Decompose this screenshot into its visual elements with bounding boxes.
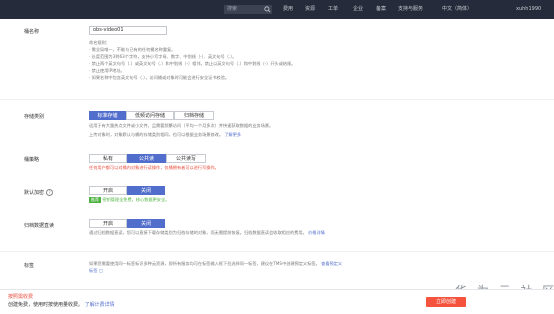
price-label: 按照需收费 [8,294,34,300]
archive-read-text: 通过归档数据直读，您可以直接下载存储类别为归档存储的对象，而无需提前恢复。归档数… [89,230,307,235]
storage-class-infrequent[interactable]: 低频访问存储 [126,111,174,120]
price-text: 创建免费，使用时按使用量收费。 [8,302,84,308]
archive-read-on[interactable]: 开启 [89,219,127,228]
nav-user[interactable]: xuhh1990 [516,0,541,19]
default-encryption-text: 默认加密 [24,190,45,196]
nav-fees[interactable]: 费用 [283,0,293,19]
policy-private[interactable]: 私有 [89,154,127,163]
naming-rule: · 如果名称中包含英文句号（.），访问桶或对象时可能会进行安全证书校验。 [89,75,230,80]
default-encryption-label: 默认加密? [24,189,54,196]
divider [0,99,554,100]
archive-read-off[interactable]: 关闭 [127,219,165,228]
encryption-on[interactable]: 开启 [89,186,127,195]
policy-public-read[interactable]: 公共读 [127,154,166,163]
encryption-off[interactable]: 关闭 [127,186,165,195]
storage-class-archive[interactable]: 归档存储 [174,111,214,120]
recommend-badge: 推荐 [89,197,101,203]
storage-class-note: 上传对象时，对象默认与桶的存储类别相同，也可以根据业务场景修改。 了解更多 [89,131,241,139]
policy-public-read-write[interactable]: 公共读写 [166,154,206,163]
learn-more-link[interactable]: 了解更多 [224,132,241,137]
billing-details-link[interactable]: 了解计费详情 [85,302,115,308]
policy-warning: 任何用户都可以对桶内对象进行读操作，仅桶拥有者可以进行写操作。 [89,165,219,170]
bucket-name-input[interactable]: obs-video01 [89,26,167,35]
nav-resources[interactable]: 资源 [305,0,315,19]
tags-link[interactable]: 标签 [89,268,97,273]
tags-link-line: 标签 □ [89,267,103,275]
nav-language[interactable]: 中文（简体） [442,0,472,19]
nav-enterprise[interactable]: 企业 [353,0,363,19]
tags-link-icon[interactable]: □ [99,268,103,273]
storage-class-standard[interactable]: 标准存储 [89,111,126,120]
tags-text: 如果您需要使用同一标签标识多种云资源，即所有服务均可在标签输入框下拉选择同一标签… [89,261,320,266]
storage-class-description: 适用于有大量热点文件或小文件，且需要频繁访问（平均一个月多次）并快速获取数据的业… [89,123,274,128]
nav-tickets[interactable]: 工单 [328,0,338,19]
price-description: 创建免费，使用时按使用量收费。 了解计费详情 [8,301,115,308]
search-icon[interactable] [263,5,272,14]
storage-class-note-text: 上传对象时，对象默认与桶的存储类别相同，也可以根据业务场景修改。 [89,132,224,137]
nav-filing[interactable]: 备案 [376,0,386,19]
archive-read-description: 通过归档数据直读，您可以直接下载存储类别为归档存储的对象，而无需提前恢复。归档数… [89,229,325,237]
tags-label: 标签 [24,263,35,269]
bucket-policy-label: 桶策略 [24,157,40,163]
recommend-text: 密钥管理全免费，核心数据更安全。 [102,197,170,202]
archive-direct-read-label: 归档数据直读 [24,223,55,229]
storage-class-label: 存储类别 [24,114,45,120]
tags-description: 如果您需要使用同一标签标识多种云资源，即所有服务均可在标签输入框下拉选择同一标签… [89,260,342,268]
create-bucket-form: 桶名称 obs-video01 命名规则： · 需全局唯一，不能与已有的任何桶名… [0,19,554,279]
top-navigation-bar: 搜索 费用 资源 工单 企业 备案 支持与服务 中文（简体） xuhh1990 [0,0,554,19]
create-now-button[interactable]: 立即创建 [426,297,466,307]
bucket-name-label: 桶名称 [24,29,40,35]
help-icon[interactable]: ? [46,189,54,196]
price-details-link[interactable]: 价格详情 [308,230,325,235]
encryption-recommendation: 推荐 密钥管理全免费，核心数据更安全。 [89,196,169,204]
nav-support[interactable]: 支持与服务 [398,0,423,19]
bottom-action-bar: 按照需收费 创建免费，使用时按使用量收费。 了解计费详情 立即创建 [0,289,554,314]
divider [0,251,554,252]
view-predefined-tags-link[interactable]: 查看预定义 [321,261,342,266]
